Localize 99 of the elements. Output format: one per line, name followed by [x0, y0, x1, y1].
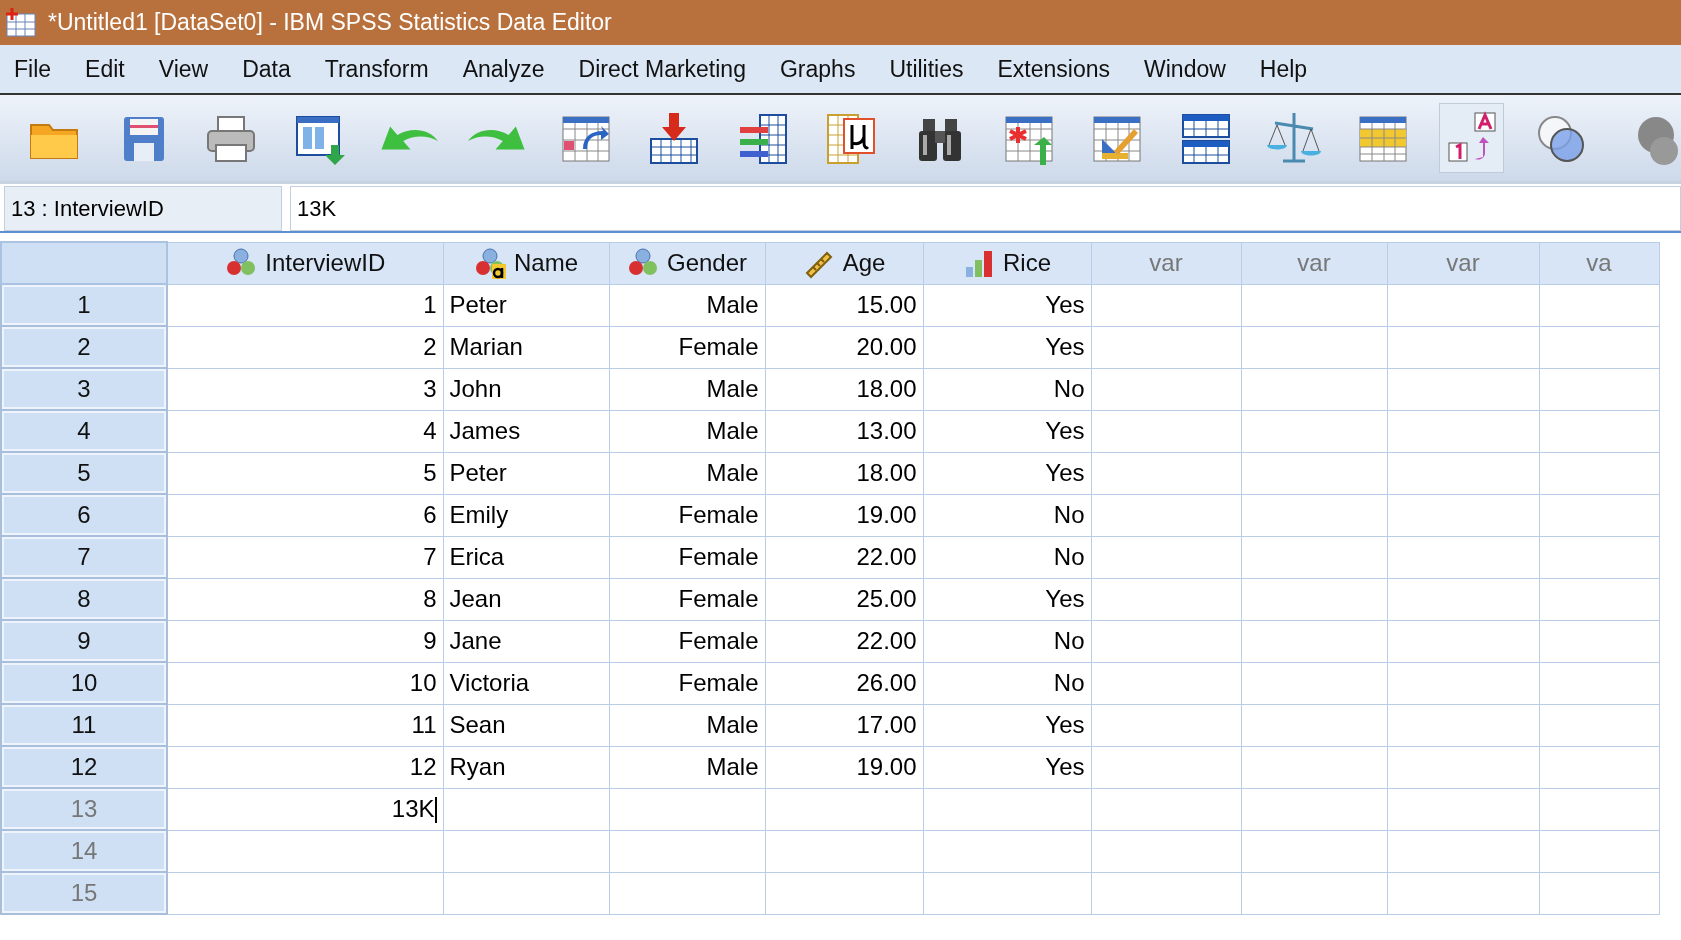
table-cell: 20.00 — [765, 326, 923, 368]
table-cell: 1 — [167, 284, 443, 326]
table-cell: Female — [609, 662, 765, 704]
table-cell: 8 — [167, 578, 443, 620]
table-cell: 10 — [167, 662, 443, 704]
table-cell: Erica — [443, 536, 609, 578]
table-cell: 13.00 — [765, 410, 923, 452]
cell-value-field[interactable]: 13K — [290, 186, 1681, 231]
row-header[interactable]: 10 — [1, 662, 167, 704]
table-cell: Female — [609, 536, 765, 578]
app-icon — [4, 5, 38, 40]
column-header[interactable]: var — [1091, 242, 1241, 284]
menu-item[interactable]: File — [14, 55, 70, 83]
string-measure-icon — [474, 247, 506, 279]
table-cell: 19.00 — [765, 746, 923, 788]
table-cell: Female — [609, 620, 765, 662]
table-cell: 25.00 — [765, 578, 923, 620]
table-cell: Male — [609, 746, 765, 788]
table-cell: 9 — [167, 620, 443, 662]
menu-item[interactable]: Window — [1144, 55, 1244, 83]
column-header[interactable]: Rice — [923, 242, 1091, 284]
table-cell: Male — [609, 368, 765, 410]
column-header[interactable]: Gender — [609, 242, 765, 284]
table-cell: 22.00 — [765, 620, 923, 662]
table-cell: No — [923, 536, 1091, 578]
table-cell: 18.00 — [765, 452, 923, 494]
row-header[interactable]: 11 — [1, 704, 167, 746]
table-cell: Peter — [443, 284, 609, 326]
row-header[interactable]: 5 — [1, 452, 167, 494]
menu-item[interactable]: Edit — [85, 55, 143, 83]
table-cell: Yes — [923, 578, 1091, 620]
table-cell: No — [923, 620, 1091, 662]
table-cell: Emily — [443, 494, 609, 536]
table-cell: Male — [609, 704, 765, 746]
menu-item[interactable]: View — [158, 55, 227, 83]
table-cell: Jane — [443, 620, 609, 662]
column-header[interactable]: Name — [443, 242, 609, 284]
menu-item[interactable]: Analyze — [462, 55, 563, 83]
menu-item[interactable]: Utilities — [889, 55, 982, 83]
table-cell: Yes — [923, 326, 1091, 368]
table-cell: Male — [609, 410, 765, 452]
menu-item[interactable]: Help — [1259, 55, 1326, 83]
row-header[interactable]: 4 — [1, 410, 167, 452]
cell-name-field: 13 : InterviewID — [4, 186, 282, 231]
column-header[interactable]: var — [1387, 242, 1539, 284]
menu-item[interactable]: Direct Marketing — [578, 55, 764, 83]
row-header[interactable]: 12 — [1, 746, 167, 788]
table-cell: 3 — [167, 368, 443, 410]
table-cell: Male — [609, 452, 765, 494]
table-cell: 2 — [167, 326, 443, 368]
window-title: *Untitled1 [DataSet0] - IBM SPSS Statistics Data Editor — [48, 9, 612, 36]
table-cell: Yes — [923, 284, 1091, 326]
table-cell: Male — [609, 284, 765, 326]
table-cell: No — [923, 368, 1091, 410]
table-cell: James — [443, 410, 609, 452]
table-cell: 6 — [167, 494, 443, 536]
table-cell: Marian — [443, 326, 609, 368]
table-cell: Yes — [923, 452, 1091, 494]
column-header[interactable]: var — [1241, 242, 1387, 284]
row-header[interactable]: 6 — [1, 494, 167, 536]
table-cell: Yes — [923, 410, 1091, 452]
table-cell: No — [923, 662, 1091, 704]
table-cell: 22.00 — [765, 536, 923, 578]
table-cell: 12 — [167, 746, 443, 788]
menu-item[interactable]: Transform — [324, 55, 447, 83]
row-header[interactable]: 1 — [1, 284, 167, 326]
table-cell: Female — [609, 494, 765, 536]
table-cell: Yes — [923, 704, 1091, 746]
table-cell: Female — [609, 578, 765, 620]
row-header[interactable]: 3 — [1, 368, 167, 410]
table-cell: 18.00 — [765, 368, 923, 410]
row-header[interactable]: 9 — [1, 620, 167, 662]
column-header[interactable]: Age — [765, 242, 923, 284]
table-cell: 15.00 — [765, 284, 923, 326]
table-cell: Jean — [443, 578, 609, 620]
menu-item[interactable]: Extensions — [997, 55, 1129, 83]
editing-cell: 13K — [167, 788, 443, 830]
table-cell: Peter — [443, 452, 609, 494]
row-header[interactable]: 2 — [1, 326, 167, 368]
column-header[interactable]: InterviewID — [167, 242, 443, 284]
row-header[interactable]: 8 — [1, 578, 167, 620]
row-header[interactable]: 7 — [1, 536, 167, 578]
table-cell: John — [443, 368, 609, 410]
table-cell: Female — [609, 326, 765, 368]
table-cell: 11 — [167, 704, 443, 746]
table-cell: 26.00 — [765, 662, 923, 704]
table-cell: Sean — [443, 704, 609, 746]
table-cell: 7 — [167, 536, 443, 578]
table-cell: Ryan — [443, 746, 609, 788]
menu-item[interactable]: Data — [242, 55, 309, 83]
table-cell: No — [923, 494, 1091, 536]
table-cell: 5 — [167, 452, 443, 494]
table-cell: 19.00 — [765, 494, 923, 536]
table-cell: 17.00 — [765, 704, 923, 746]
menu-item[interactable]: Graphs — [779, 55, 874, 83]
column-header[interactable]: va — [1539, 242, 1659, 284]
table-cell: Yes — [923, 746, 1091, 788]
table-cell: 4 — [167, 410, 443, 452]
table-cell: Victoria — [443, 662, 609, 704]
